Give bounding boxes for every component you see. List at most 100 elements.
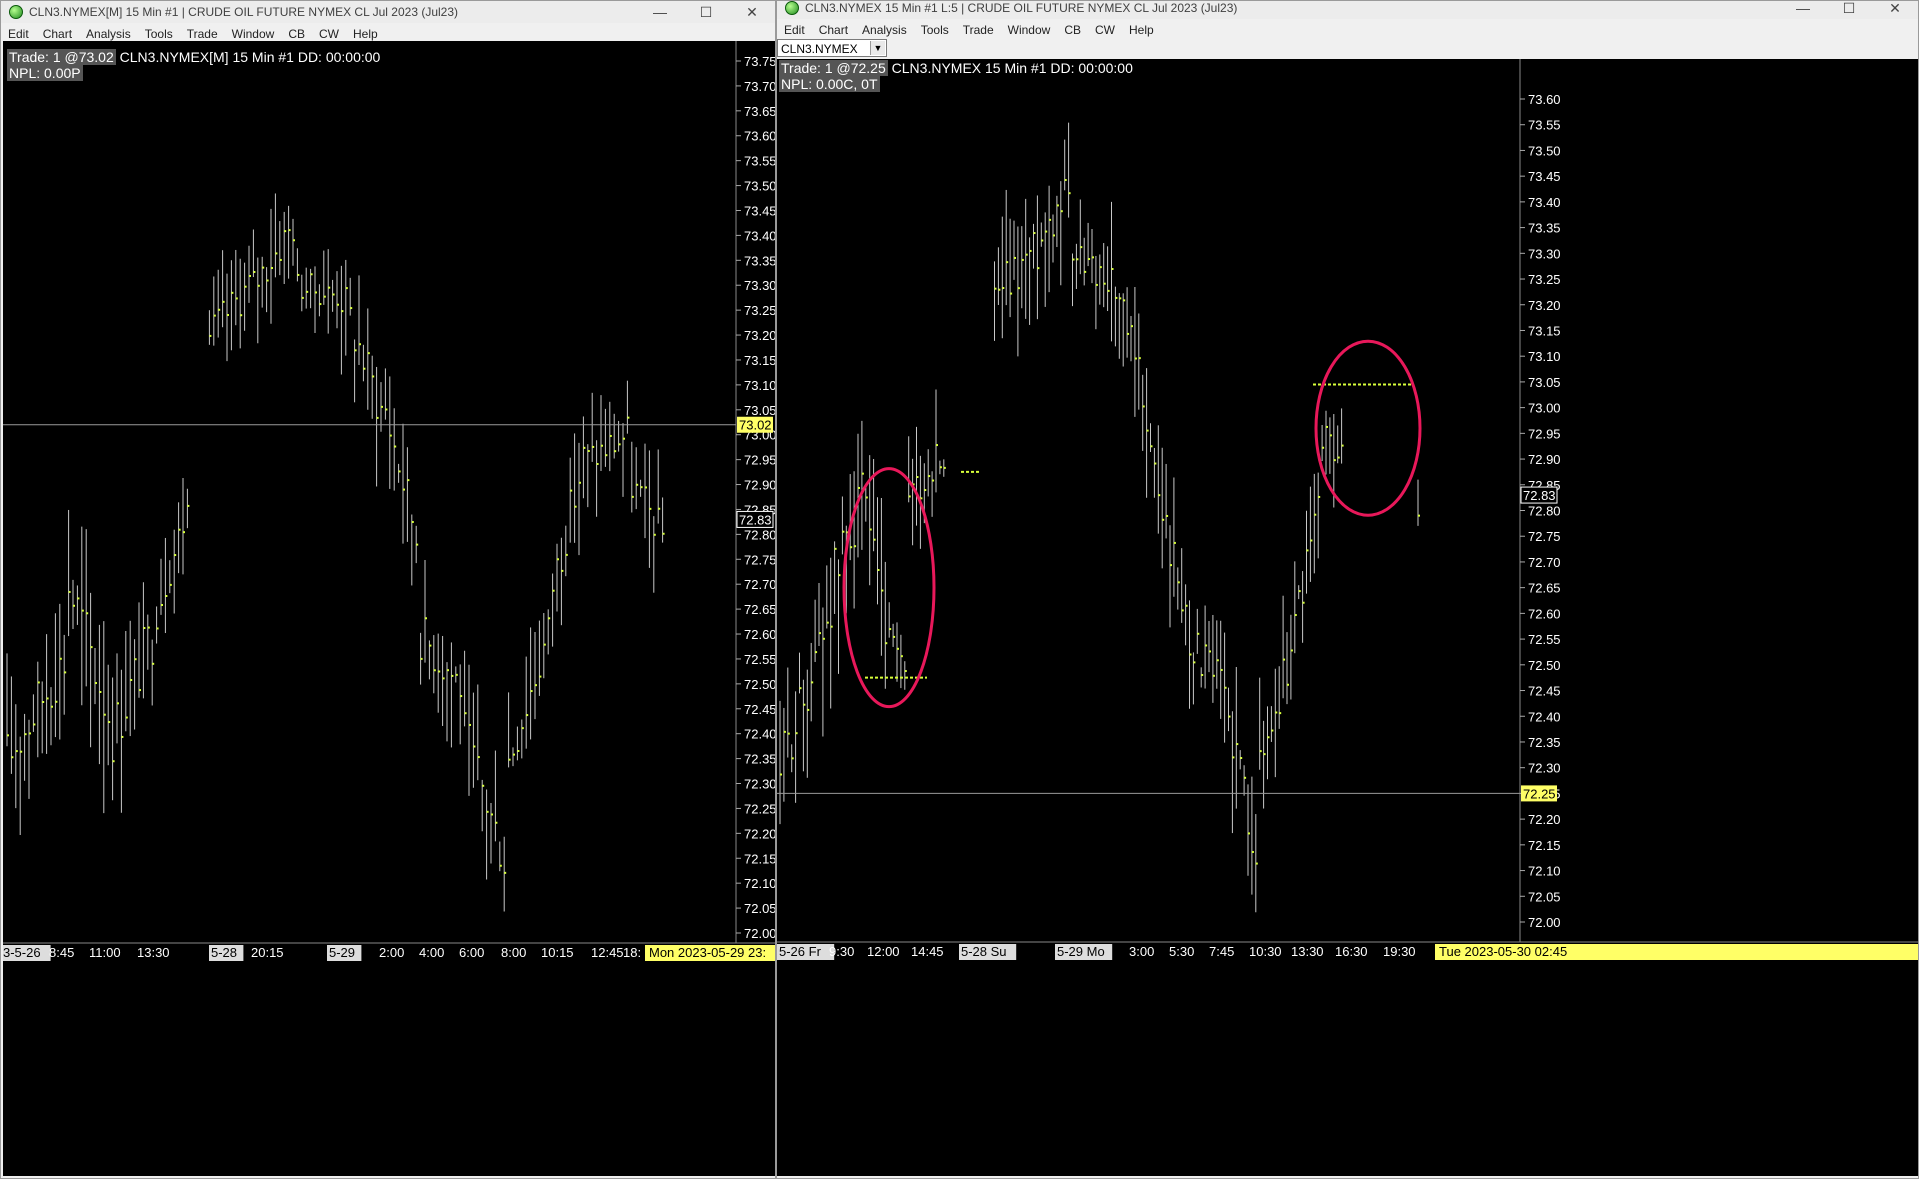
price-tick-label: 72.20 bbox=[744, 826, 775, 841]
maximize-icon[interactable]: ☐ bbox=[1826, 1, 1872, 17]
last-price-tag: 72.83 bbox=[1523, 488, 1556, 503]
symbol-value: CLN3.NYMEX bbox=[781, 42, 858, 56]
left-price-chart[interactable]: 73.75 73.70 73.65 73.60 73.55 73.50 73.45 73.40… bbox=[3, 41, 775, 1176]
menu-trade[interactable]: Trade bbox=[963, 23, 994, 37]
menu-help[interactable]: Help bbox=[1129, 23, 1154, 37]
left-npl: NPL: 0.00P bbox=[7, 65, 83, 81]
price-tick-label: 72.80 bbox=[744, 527, 775, 542]
time-date-label: 5-29 bbox=[329, 945, 355, 960]
price-tick-label: 72.45 bbox=[1528, 684, 1561, 699]
menu-help[interactable]: Help bbox=[353, 27, 378, 41]
time-label: 13:30 bbox=[1291, 944, 1324, 959]
right-price-chart[interactable]: 73.60 73.55 73.50 73.45 73.40 73.35 73.30 73.25… bbox=[777, 59, 1919, 1176]
price-tick-label: 72.90 bbox=[1528, 452, 1561, 467]
price-tick-label: 73.10 bbox=[1528, 349, 1561, 364]
price-tick-label: 72.75 bbox=[1528, 529, 1561, 544]
price-tick-label: 72.40 bbox=[744, 727, 775, 742]
time-label: 8:00 bbox=[501, 945, 526, 960]
left-trade-highlight: Trade: 1 @73.02 bbox=[7, 49, 116, 65]
right-chart-window: CLN3.NYMEX 15 Min #1 L:5 | CRUDE OIL FUT… bbox=[776, 0, 1919, 1179]
price-tick-label: 72.75 bbox=[744, 552, 775, 567]
current-date-tag: Mon 2023-05-29 23: bbox=[649, 945, 766, 960]
price-tick-label: 72.60 bbox=[1528, 606, 1561, 621]
close-icon[interactable]: ✕ bbox=[1872, 1, 1918, 17]
price-tick-label: 72.90 bbox=[744, 478, 775, 493]
price-tick-label: 72.45 bbox=[744, 702, 775, 717]
menu-analysis[interactable]: Analysis bbox=[862, 23, 907, 37]
symbol-select[interactable]: CLN3.NYMEX ▼ bbox=[777, 39, 887, 57]
price-tick-label: 73.20 bbox=[1528, 298, 1561, 313]
app-globe-icon bbox=[785, 1, 799, 15]
menu-tools[interactable]: Tools bbox=[921, 23, 949, 37]
price-tick-label: 73.25 bbox=[1528, 272, 1561, 287]
price-tick-label: 72.30 bbox=[744, 777, 775, 792]
time-date-label: 5-26 Fr bbox=[779, 944, 822, 959]
menu-trade[interactable]: Trade bbox=[187, 27, 218, 41]
price-tick-label: 73.25 bbox=[744, 303, 775, 318]
time-label: 20:15 bbox=[251, 945, 284, 960]
menu-chart[interactable]: Chart bbox=[43, 27, 72, 41]
left-title-bar[interactable]: CLN3.NYMEX[M] 15 Min #1 | CRUDE OIL FUTU… bbox=[1, 1, 775, 23]
price-tick-label: 72.95 bbox=[1528, 426, 1561, 441]
left-chart-canvas[interactable]: 73.75 73.70 73.65 73.60 73.55 73.50 73.45 73.40… bbox=[3, 41, 775, 1176]
price-tick-label: 72.00 bbox=[744, 926, 775, 941]
price-tick-label: 73.65 bbox=[744, 104, 775, 119]
price-tick-label: 73.45 bbox=[744, 203, 775, 218]
right-npl: NPL: 0.00C, 0T bbox=[779, 76, 880, 92]
price-tick-label: 72.05 bbox=[744, 901, 775, 916]
time-date-label: 3-5-26 bbox=[3, 945, 41, 960]
left-chart-window: CLN3.NYMEX[M] 15 Min #1 | CRUDE OIL FUTU… bbox=[0, 0, 776, 1179]
annotation-circle bbox=[842, 467, 936, 709]
price-tick-label: 72.40 bbox=[1528, 709, 1561, 724]
time-label: 12:45 bbox=[591, 945, 624, 960]
right-chart-canvas[interactable]: 73.60 73.55 73.50 73.45 73.40 73.35 73.30 73.25… bbox=[777, 59, 1919, 1176]
price-tick-label: 73.30 bbox=[1528, 246, 1561, 261]
right-window-title: CLN3.NYMEX 15 Min #1 L:5 | CRUDE OIL FUT… bbox=[805, 1, 1238, 15]
price-tick-label: 72.25 bbox=[744, 801, 775, 816]
menu-window[interactable]: Window bbox=[1008, 23, 1051, 37]
price-tick-label: 72.80 bbox=[1528, 504, 1561, 519]
right-title-bar[interactable]: CLN3.NYMEX 15 Min #1 L:5 | CRUDE OIL FUT… bbox=[777, 1, 1918, 19]
right-trade-details: CLN3.NYMEX 15 Min #1 DD: 00:00:00 bbox=[887, 60, 1133, 76]
menu-analysis[interactable]: Analysis bbox=[86, 27, 131, 41]
left-window-title: CLN3.NYMEX[M] 15 Min #1 | CRUDE OIL FUTU… bbox=[29, 5, 459, 19]
time-date-label: 5-29 Mo bbox=[1057, 944, 1105, 959]
price-tick-label: 72.05 bbox=[1528, 889, 1561, 904]
menu-window[interactable]: Window bbox=[232, 27, 275, 41]
time-label: 2:00 bbox=[379, 945, 404, 960]
price-tick-label: 72.60 bbox=[744, 627, 775, 642]
last-price-tag: 72.83 bbox=[739, 512, 772, 527]
minimize-icon[interactable]: — bbox=[1780, 1, 1826, 16]
price-tick-label: 73.55 bbox=[744, 154, 775, 169]
price-tick-label: 72.95 bbox=[744, 453, 775, 468]
close-icon[interactable]: ✕ bbox=[729, 4, 775, 21]
menu-edit[interactable]: Edit bbox=[8, 27, 29, 41]
price-tick-label: 73.20 bbox=[744, 328, 775, 343]
price-tick-label: 72.35 bbox=[744, 752, 775, 767]
price-tick-label: 73.50 bbox=[1528, 143, 1561, 158]
menu-tools[interactable]: Tools bbox=[145, 27, 173, 41]
price-tick-label: 73.00 bbox=[1528, 401, 1561, 416]
time-label: 19:30 bbox=[1383, 944, 1416, 959]
time-label: 5:30 bbox=[1169, 944, 1194, 959]
price-tick-label: 73.40 bbox=[1528, 195, 1561, 210]
maximize-icon[interactable]: ☐ bbox=[683, 4, 729, 21]
chevron-down-icon[interactable]: ▼ bbox=[870, 41, 885, 55]
minimize-icon[interactable]: — bbox=[637, 4, 683, 20]
menu-cw[interactable]: CW bbox=[319, 27, 339, 41]
price-tick-label: 73.05 bbox=[744, 403, 775, 418]
price-tick-label: 73.30 bbox=[744, 278, 775, 293]
price-tick-label: 72.10 bbox=[744, 876, 775, 891]
menu-cb[interactable]: CB bbox=[1064, 23, 1081, 37]
price-tick-label: 73.70 bbox=[744, 79, 775, 94]
price-tick-label: 73.50 bbox=[744, 179, 775, 194]
menu-cw[interactable]: CW bbox=[1095, 23, 1115, 37]
time-label: 9:30 bbox=[829, 944, 854, 959]
price-tick-label: 73.35 bbox=[1528, 221, 1561, 236]
time-label: 18: bbox=[623, 945, 641, 960]
time-label: 14:45 bbox=[911, 944, 944, 959]
menu-edit[interactable]: Edit bbox=[784, 23, 805, 37]
time-label: 10:30 bbox=[1249, 944, 1282, 959]
menu-chart[interactable]: Chart bbox=[819, 23, 848, 37]
menu-cb[interactable]: CB bbox=[288, 27, 305, 41]
